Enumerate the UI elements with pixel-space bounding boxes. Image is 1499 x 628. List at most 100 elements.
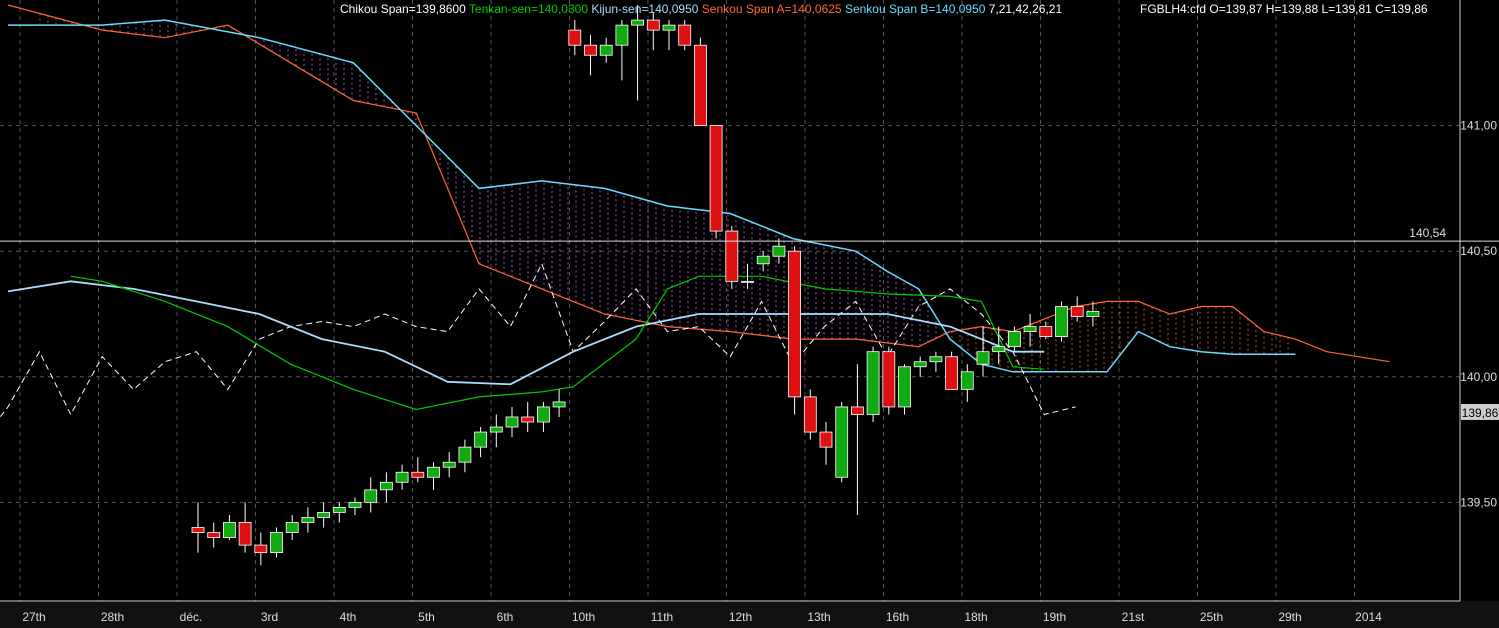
candle [222,514,236,541]
candle [725,226,739,289]
indicator-legend: Chikou Span=139,8600 Tenkan-sen=140,0300… [340,2,1062,16]
candle [317,502,331,528]
candle [694,37,707,127]
candle-body-up [741,280,754,283]
candle-body-down [819,431,833,448]
candle-body-up [285,522,299,533]
candle-body-down [238,522,252,546]
candle [552,389,566,417]
x-tick-label: 18th [964,610,987,624]
candle [1023,314,1037,347]
candle-body-up [474,431,488,448]
candle [929,351,943,372]
x-tick-label: 4th [340,610,357,624]
candle-body-up [222,522,236,538]
last-price-label: 139,86 [1462,406,1499,420]
reference-line-label: 140,54 [1409,226,1446,240]
candle-body-down [803,396,817,433]
candle [568,20,582,56]
x-tick-label: 28th [101,610,124,624]
candle-body-up [756,255,770,265]
candle-body-up [427,466,440,478]
symbol-ohlc-label: FGBLH4:cfd O=139,87 H=139,88 L=139,81 C=… [1140,2,1428,16]
candle [427,462,440,490]
legend-kijun: Kijun-sen=140,0950 [591,2,699,16]
x-tick-label: 19th [1043,610,1066,624]
candle [537,401,550,433]
candle [662,20,676,51]
candle-body-up [505,416,519,428]
candle [882,346,896,415]
candle-body-up [960,371,974,390]
candle [756,251,770,272]
y-tick-label: 141,00 [1460,119,1497,133]
candle [379,472,393,503]
candle-body-up [348,501,362,508]
y-tick-label: 140,00 [1460,370,1497,384]
x-tick-label: 11th [651,610,673,624]
candle-body-up [317,512,331,518]
candle-body-up [1055,306,1068,338]
candle [835,401,849,483]
candle [301,507,315,533]
candle [332,502,346,523]
x-tick-label: 10th [572,610,595,624]
candle-body-up [898,366,911,408]
candle [898,364,911,415]
candle [395,464,409,490]
candle [1086,301,1100,327]
ichimoku-chart: 139,50 140,00 140,50 141,00 27th 28th déc. 3rd 4… [0,0,1499,628]
candle-body-up [332,507,346,513]
candle-body-up [552,401,566,408]
candle [678,20,692,51]
candle-body-down [882,351,896,408]
x-tick-label: 21st [1122,610,1145,624]
candle-body-up [615,24,629,46]
candle-body-down [1039,326,1053,338]
x-tick-label: 3rd [261,610,278,624]
candle-body-down [191,527,205,533]
candle [851,364,864,515]
x-tick-label: 29th [1278,610,1301,624]
candle-body-down [207,532,221,538]
candle [364,477,378,513]
candle-body-down [851,406,864,415]
candle-body-up [662,24,676,31]
x-tick-label: 25th [1200,610,1223,624]
legend-senkou-b: Senkou Span B=140,0950 [844,2,986,16]
candle-body-up [442,461,456,468]
candle-body-up [772,245,786,257]
candle-body-up [537,406,550,423]
candle [631,5,644,101]
x-tick-label: 12th [729,610,752,624]
candle [866,346,880,423]
candle-body-up [913,361,927,368]
candle [945,351,958,390]
grid [0,0,1460,601]
candle [960,364,974,402]
candle [489,414,503,448]
candle [348,497,362,515]
candle [1070,296,1084,322]
candle [709,125,723,239]
x-tick-label: 16th [886,610,909,624]
indicator-params: 7,21,42,26,21 [988,2,1063,16]
candle [772,238,786,264]
candle [976,326,990,377]
candle [599,37,613,63]
x-tick-label: déc. [180,610,203,624]
candle [584,35,597,76]
candle [1039,321,1053,340]
candle-body-down [568,29,582,46]
legend-chikou: Chikou Span=139,8600 [340,2,466,16]
candle-body-up [270,532,283,554]
x-tick-label: 6th [497,610,514,624]
candle-body-down [725,230,739,282]
candle [819,422,833,465]
candle-body-up [379,481,393,491]
candle [474,427,488,458]
candle [411,457,425,483]
candle [458,439,472,473]
candle [1055,301,1068,342]
candle [207,522,221,548]
